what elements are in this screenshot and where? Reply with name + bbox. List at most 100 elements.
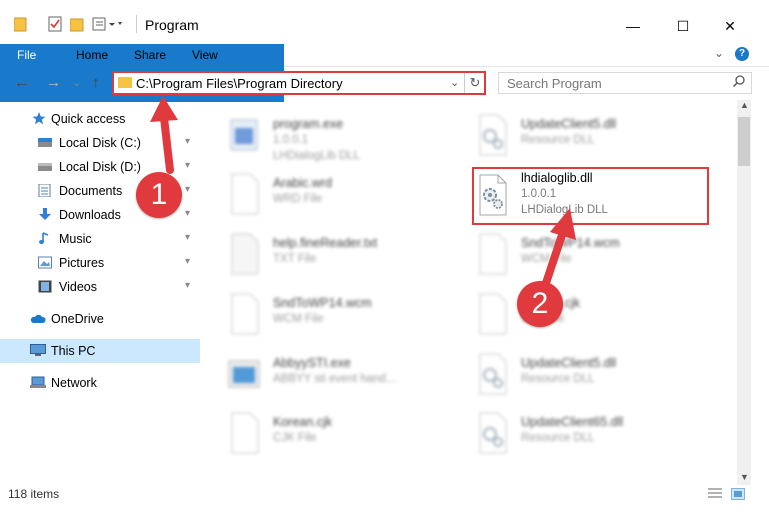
sidebar-item-quick-access[interactable]: Quick access	[0, 107, 200, 131]
address-dropdown-icon[interactable]: ⌄	[450, 76, 459, 89]
file-name: SndToWP14.wcm	[273, 296, 372, 310]
txt-icon	[231, 233, 259, 275]
address-bar[interactable]: C:\Program Files\Program Directory ⌄ ↻	[112, 71, 486, 95]
properties-icon[interactable]	[48, 16, 62, 32]
step-1-badge: 1	[136, 172, 182, 218]
file-icon	[231, 412, 259, 454]
file-item-sndtowp14-wcm[interactable]: SndToWP14.wcm WCM File	[205, 285, 455, 343]
large-icons-view-icon[interactable]	[731, 488, 746, 500]
file-item-program-exe[interactable]: program.exe 1.0.0.1 LHDialogLib DLL	[205, 106, 455, 164]
sidebar-item-label: OneDrive	[51, 312, 104, 326]
file-list: program.exe 1.0.0.1 LHDialogLib DLL Arab…	[205, 100, 737, 480]
tab-share[interactable]: Share	[122, 44, 178, 66]
window-title: Program	[145, 17, 199, 33]
sidebar-item-videos[interactable]: Videos ▾	[0, 275, 200, 299]
address-path: C:\Program Files\Program Directory	[136, 76, 343, 91]
file-detail: LHDialogLib DLL	[273, 150, 360, 162]
file-name: UpdateClient65.dll	[521, 415, 624, 429]
file-name: Arabic.wrd	[273, 176, 333, 190]
file-item-help-txt[interactable]: help.fineReader.txt TXT File	[205, 225, 455, 283]
drive-icon	[38, 136, 52, 149]
status-bar: 118 items	[0, 485, 769, 505]
search-placeholder: Search Program	[507, 76, 602, 91]
customize-toolbar-icon[interactable]	[92, 16, 122, 32]
maximize-button[interactable]: ☐	[660, 14, 706, 38]
title-separator	[136, 15, 137, 33]
pin-icon: ▾	[185, 280, 191, 291]
sidebar-item-label: Downloads	[59, 208, 121, 222]
file-item-updateclient65-dll[interactable]: UpdateClient65.dll Resource DLL	[453, 404, 703, 462]
file-item-korean-cjk[interactable]: Korean.cjk CJK File	[453, 285, 703, 343]
exe-icon	[230, 119, 258, 151]
new-folder-icon[interactable]	[69, 16, 84, 32]
scroll-thumb[interactable]	[738, 117, 750, 166]
file-detail: Resource DLL	[521, 373, 595, 385]
navigation-pane: Quick access Local Disk (C:) ▾ Local Dis…	[0, 100, 205, 480]
pictures-icon	[38, 256, 52, 269]
sidebar-item-onedrive[interactable]: OneDrive	[0, 307, 200, 331]
pin-icon: ▾	[185, 256, 191, 267]
file-detail: WCM File	[521, 253, 572, 265]
minimize-button[interactable]: —	[610, 14, 656, 38]
file-item-updateclient5-dll[interactable]: UpdateClient5.dll Resource DLL	[453, 345, 703, 403]
expand-ribbon-icon[interactable]: ⌄	[714, 46, 724, 60]
details-view-icon[interactable]	[708, 487, 722, 499]
file-detail: WRD File	[273, 193, 323, 205]
up-button[interactable]: ↑	[92, 74, 100, 91]
file-item-abbyysti-exe[interactable]: AbbyySTI.exe ABBYY sti event hand...	[205, 345, 455, 403]
vertical-scrollbar[interactable]: ▲ ▼	[737, 100, 751, 485]
recent-locations-button[interactable]: ⌄	[72, 76, 81, 89]
file-detail: ABBYY sti event hand...	[273, 373, 396, 385]
download-icon	[38, 208, 52, 221]
refresh-button[interactable]: ↻	[464, 73, 485, 93]
file-detail: TXT File	[273, 253, 317, 265]
file-icon	[231, 173, 259, 215]
cloud-icon	[30, 312, 46, 325]
ribbon-tabs: File Home Share View ⌄ ?	[0, 44, 769, 102]
file-item-korean-cjk[interactable]: Korean.cjk CJK File	[205, 404, 455, 462]
file-icon	[479, 233, 507, 275]
highlight-box	[472, 167, 709, 225]
file-detail: Resource DLL	[521, 432, 595, 444]
sidebar-item-label: Documents	[59, 184, 123, 198]
address-row: ← → ⌄ ↑ C:\Program Files\Program Directo…	[0, 68, 769, 98]
sidebar-item-label: Network	[51, 376, 97, 390]
file-detail: Resource DLL	[521, 134, 595, 146]
sidebar-item-music[interactable]: Music ▾	[0, 227, 200, 251]
pin-icon: ▾	[185, 232, 191, 243]
sidebar-item-pictures[interactable]: Pictures ▾	[0, 251, 200, 275]
videos-icon	[38, 280, 52, 293]
documents-icon	[38, 183, 52, 198]
close-button[interactable]: ✕	[707, 14, 753, 38]
file-icon	[479, 293, 507, 335]
file-name: UpdateClient5.dll	[521, 356, 617, 370]
help-icon[interactable]: ?	[735, 47, 749, 61]
folder-icon	[118, 77, 132, 88]
view-toggle	[708, 487, 746, 502]
tab-view[interactable]: View	[180, 44, 230, 66]
file-item-arabic-wrd[interactable]: Arabic.wrd WRD File	[205, 165, 455, 223]
file-name: help.fineReader.txt	[273, 236, 378, 250]
file-item-sndtowp14-wcm[interactable]: SndToWP14.wcm WCM File	[453, 225, 703, 283]
scroll-up-icon[interactable]: ▲	[740, 100, 749, 110]
sidebar-item-local-disk-c[interactable]: Local Disk (C:) ▾	[0, 131, 200, 155]
drive-icon	[38, 160, 52, 173]
pin-icon: ▾	[185, 208, 191, 219]
sidebar-item-network[interactable]: Network	[0, 371, 200, 395]
file-name: program.exe	[273, 117, 344, 131]
file-detail: 1.0.0.1	[273, 134, 309, 146]
sidebar-item-label: This PC	[51, 344, 96, 358]
pin-icon: ▾	[185, 160, 191, 171]
scroll-down-icon[interactable]: ▼	[740, 472, 749, 482]
file-detail: WCM File	[273, 313, 324, 325]
music-icon	[38, 232, 52, 245]
file-item-updateclient5-dll[interactable]: UpdateClient5.dll Resource DLL	[453, 106, 703, 164]
sidebar-item-label: Pictures	[59, 256, 105, 270]
step-2-badge: 2	[517, 281, 563, 327]
sidebar-item-this-pc[interactable]: This PC	[0, 339, 200, 363]
tab-home[interactable]: Home	[64, 44, 120, 66]
forward-button[interactable]: →	[46, 74, 61, 91]
back-button[interactable]: ←	[14, 74, 29, 91]
search-input[interactable]: Search Program	[498, 72, 752, 94]
file-name: SndToWP14.wcm	[521, 236, 620, 250]
